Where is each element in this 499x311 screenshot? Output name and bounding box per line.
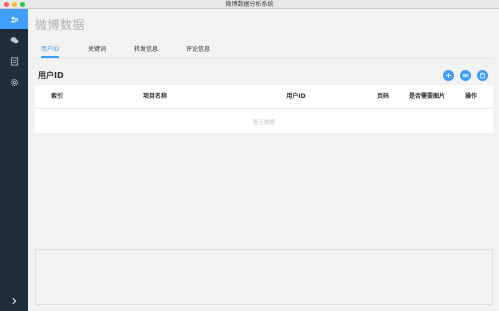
page-title: 微博数据 [35,18,86,32]
settings-icon [10,78,18,86]
tab-keyword[interactable]: 关键词 [88,43,106,58]
section-title: 用户ID [38,71,64,80]
sidebar-item-documents[interactable] [0,51,28,71]
view-button[interactable] [460,70,471,81]
eye-icon [462,73,469,78]
tab-repost-info[interactable]: 转发信息 [134,43,158,58]
sidebar-item-settings[interactable] [0,72,28,92]
column-header-project-name: 项目名称 [142,93,167,100]
column-header-actions: 操作 [464,93,477,100]
chat-bubbles-icon [10,36,18,43]
tab-bar: 用户ID 关键词 转发信息 评论信息 [35,43,493,59]
chevron-right-icon [12,297,17,305]
tab-comment-info[interactable]: 评论信息 [186,43,210,58]
sidebar-item-users[interactable] [0,9,28,29]
column-header-index: 索引 [50,93,63,100]
trash-icon [480,72,485,79]
log-panel [35,249,493,305]
sidebar [0,9,28,311]
empty-state-text: 暂无数据 [252,119,275,126]
table-header: 索引 项目名称 用户ID 页码 是否需要图片 操作 [35,85,493,109]
gear-people-icon [10,16,18,22]
sidebar-expand-button[interactable] [0,291,28,311]
tab-user-id[interactable]: 用户ID [41,43,60,58]
title-bar: 微博数据分析系统 [0,0,499,9]
plus-icon [446,73,451,78]
user-id-table: 索引 项目名称 用户ID 页码 是否需要图片 操作 暂无数据 [35,85,493,133]
column-header-need-images: 是否需要图片 [409,93,446,100]
delete-button[interactable] [477,70,488,81]
window-title: 微博数据分析系统 [225,1,274,8]
document-icon [10,56,18,66]
column-header-user-id: 用户ID [286,93,306,100]
sidebar-item-messages[interactable] [0,30,28,50]
add-button[interactable] [443,70,454,81]
column-header-page: 页码 [376,93,389,100]
